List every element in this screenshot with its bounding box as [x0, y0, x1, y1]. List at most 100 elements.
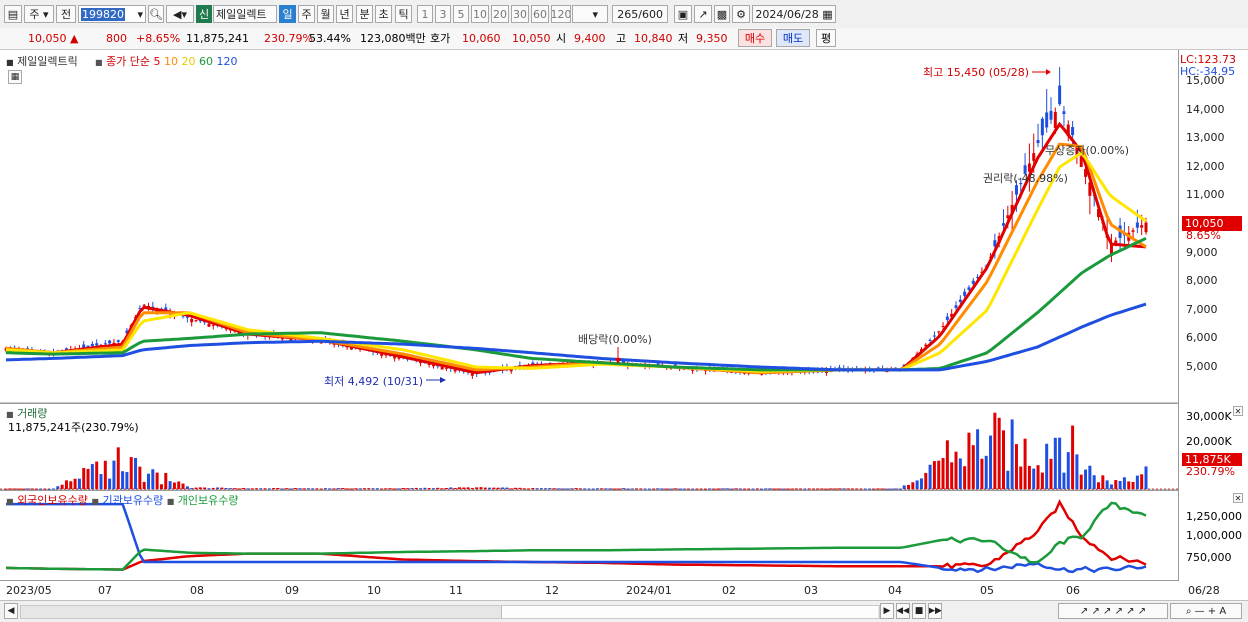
- volume-bar: [185, 486, 189, 489]
- volume-bar: [328, 488, 332, 490]
- forward-icon[interactable]: ▶▶: [928, 603, 942, 619]
- volume-bar: [734, 488, 738, 490]
- x-tick-2: 08: [190, 584, 204, 597]
- volume-bar: [950, 462, 954, 489]
- volume-bar: [479, 487, 483, 489]
- volume-bar: [1114, 480, 1118, 489]
- holdings-line-2: [5, 501, 1147, 571]
- stop-icon[interactable]: ■: [912, 603, 926, 619]
- volume-bar: [1127, 481, 1131, 489]
- scrollbar-thumb[interactable]: [501, 606, 878, 618]
- candle-body: [95, 343, 99, 346]
- candle-body: [1135, 222, 1139, 228]
- volume-bar: [246, 488, 250, 490]
- candle-body: [1049, 110, 1053, 120]
- volume-bar: [647, 488, 651, 490]
- volume-bar: [721, 488, 725, 490]
- volume-bar: [1088, 465, 1092, 489]
- volume-bar: [639, 488, 643, 490]
- volume-bar: [337, 488, 340, 490]
- volume-bar: [833, 488, 837, 490]
- candle-body: [1014, 185, 1018, 195]
- candle-body: [932, 335, 936, 337]
- scroll-right-icon[interactable]: ▶: [880, 603, 894, 619]
- holdings-legend: ■ 외국인보유수량 ■ 기관보유수량 ■ 개인보유수량: [6, 494, 239, 507]
- scroll-left-icon[interactable]: ◀: [4, 603, 18, 619]
- holdings-pane-close-icon[interactable]: ✕: [1233, 493, 1243, 503]
- volume-bar: [1019, 466, 1023, 489]
- ma-5-label: 5: [153, 55, 161, 68]
- volume-bar: [423, 487, 427, 489]
- volume-bar: [1045, 443, 1049, 489]
- volume-bar: [39, 488, 43, 490]
- volume-bar: [250, 488, 254, 490]
- rewind-icon[interactable]: ◀◀: [896, 603, 910, 619]
- grid-toggle-icon[interactable]: ▦: [8, 70, 22, 84]
- volume-bar: [604, 488, 608, 490]
- candle-body: [108, 340, 112, 344]
- volume-bar: [755, 488, 759, 490]
- volume-bar: [570, 488, 574, 490]
- volume-bar: [362, 488, 366, 490]
- volume-bar: [652, 488, 656, 490]
- volume-bar: [932, 461, 936, 489]
- volume-bar: [712, 488, 716, 490]
- price-tick-6: 9,000: [1186, 245, 1218, 259]
- volume-bar: [1135, 475, 1139, 489]
- volume-bar: [211, 487, 215, 489]
- x-tick-4: 10: [367, 584, 381, 597]
- low-arrow-head: [440, 377, 446, 383]
- zoom-tools[interactable]: ⌕ — + A: [1170, 603, 1242, 619]
- volume-bar: [993, 412, 997, 489]
- volume-bar: [1062, 472, 1066, 489]
- volume-bar: [466, 487, 470, 489]
- candle-body: [1053, 111, 1057, 129]
- candle-body: [1062, 111, 1066, 115]
- volume-bar: [324, 488, 328, 490]
- volume-bar: [781, 488, 785, 490]
- volume-bar: [535, 488, 539, 490]
- volume-bar: [492, 487, 496, 489]
- candle-body: [958, 299, 962, 302]
- volume-bar: [941, 458, 945, 489]
- volume-bar: [768, 488, 772, 490]
- volume-bar: [531, 487, 535, 489]
- volume-pane-close-icon[interactable]: ✕: [1233, 406, 1243, 416]
- volume-bar: [151, 469, 155, 489]
- hold-tick-750000: 750,000: [1186, 551, 1232, 564]
- volume-bar: [367, 488, 371, 490]
- volume-bar: [1071, 425, 1075, 489]
- x-tick-8: 02: [722, 584, 736, 597]
- volume-bar: [168, 481, 172, 489]
- volume-bar: [1140, 474, 1144, 489]
- volume-bar: [138, 466, 142, 489]
- last-pct-tag: 8.65%: [1186, 229, 1221, 242]
- volume-bar: [198, 487, 202, 489]
- chart-canvas[interactable]: [0, 0, 1248, 621]
- stock-legend: ■ 제일일렉트릭: [6, 55, 78, 68]
- volume-bar: [453, 488, 457, 490]
- volume-bar: [924, 472, 928, 489]
- x-tick-7: 2024/01: [626, 584, 672, 597]
- ma-120-label: 120: [216, 55, 238, 68]
- price-tick-1: 14,000: [1186, 102, 1225, 116]
- candle-body: [945, 316, 949, 320]
- volume-bar: [842, 488, 846, 490]
- horizontal-scrollbar[interactable]: [20, 605, 880, 619]
- volume-bar: [13, 488, 17, 490]
- volume-bar: [919, 478, 923, 489]
- volume-bar: [980, 458, 984, 489]
- volume-bar: [1101, 475, 1105, 489]
- candle-body: [194, 320, 198, 322]
- volume-bar: [1002, 430, 1005, 489]
- vol-tick-30000k: 30,000K: [1186, 410, 1232, 423]
- volume-bar: [1131, 481, 1135, 489]
- volume-bar: [1079, 474, 1083, 489]
- volume-bar: [306, 488, 310, 490]
- volume-bar: [69, 481, 73, 489]
- volume-bar: [56, 486, 60, 489]
- volume-bar: [293, 487, 297, 489]
- volume-bar: [889, 488, 893, 490]
- drawing-tools[interactable]: ↗ ↗ ↗ ↗ ↗ ↗: [1058, 603, 1168, 619]
- volume-bar: [1036, 465, 1040, 489]
